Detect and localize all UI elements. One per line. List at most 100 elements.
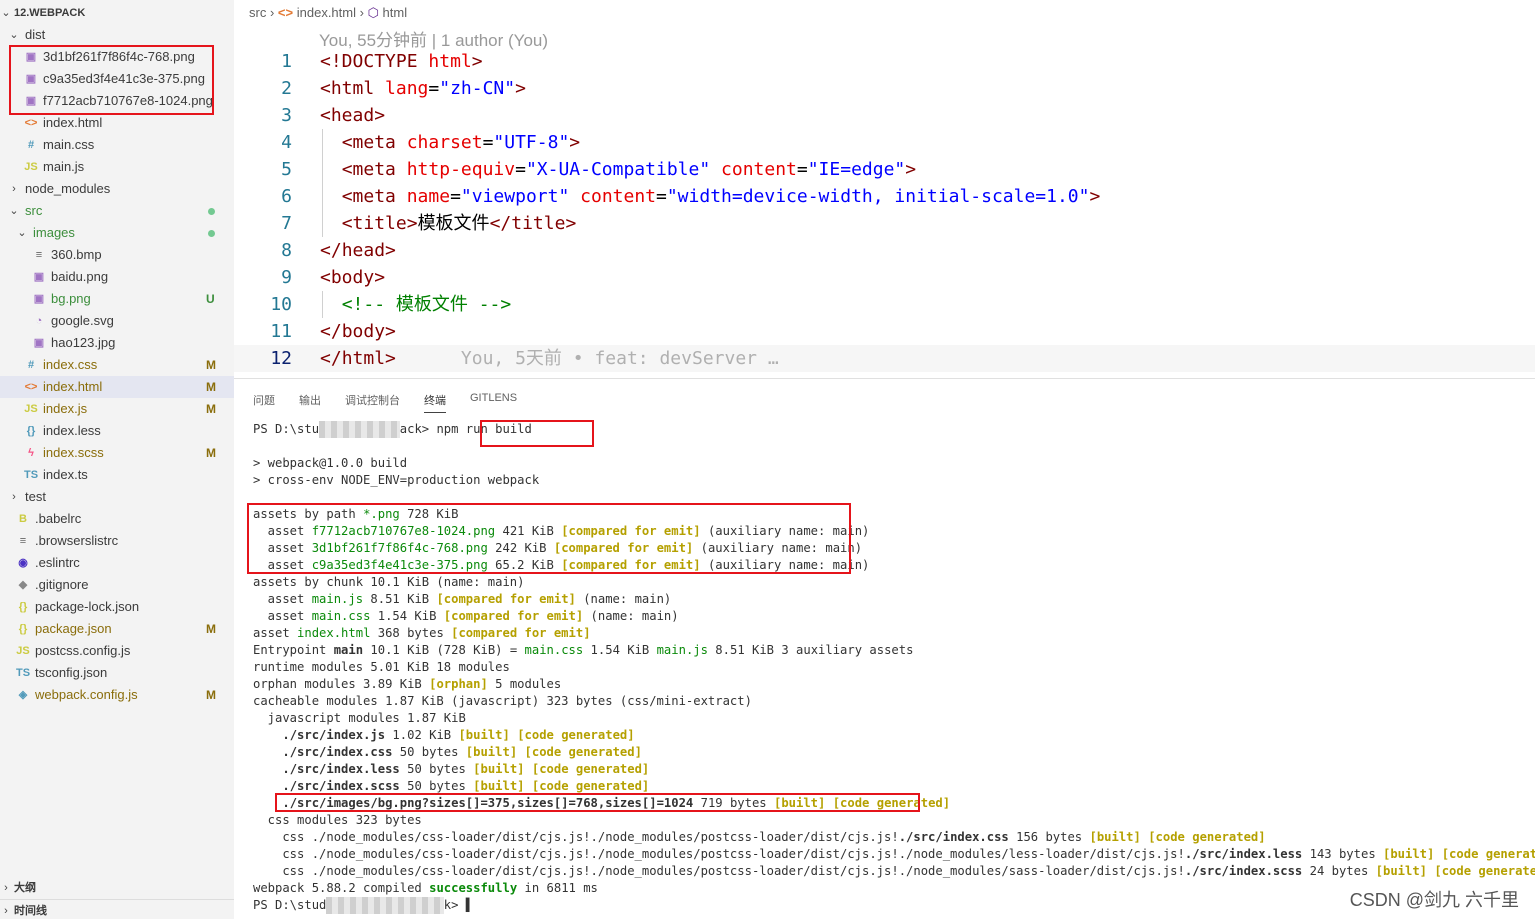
line-number: 3 [281, 105, 292, 126]
code-line[interactable]: 10 <!-- 模板文件 --> [234, 291, 1535, 318]
explorer-item[interactable]: # index.css M [0, 354, 234, 376]
code-line[interactable]: 4 <meta charset="UTF-8"> [234, 129, 1535, 156]
code-text: <!-- 模板文件 --> [341, 294, 512, 315]
tab-gitlens[interactable]: GITLENS [470, 392, 517, 404]
explorer-item[interactable]: ▣ baidu.png [0, 266, 234, 288]
explorer-item[interactable]: ≡ .browserslistrc [0, 530, 234, 552]
explorer-item[interactable]: ⌄ images [0, 222, 234, 244]
explorer-item-label: src [25, 203, 43, 218]
explorer-item-label: index.less [43, 423, 101, 438]
tab-debug-console[interactable]: 调试控制台 [345, 392, 400, 408]
line-number: 2 [281, 78, 292, 99]
chevron-right-icon: › [4, 882, 8, 894]
image-file-icon: ▣ [33, 337, 45, 349]
js-file-icon: JS [24, 161, 38, 173]
git-status-badge: M [206, 688, 216, 702]
indent-guide [322, 291, 323, 318]
explorer-item[interactable]: › node_modules [0, 178, 234, 200]
terminal-line: css ./node_modules/css-loader/dist/cjs.j… [253, 864, 1535, 878]
code-line[interactable]: 1 <!DOCTYPE html> [234, 48, 1535, 75]
terminal-line: css ./node_modules/css-loader/dist/cjs.j… [253, 830, 1266, 844]
explorer-sidebar: ⌄ 12.WEBPACK ⌄ dist ▣ 3d1bf261f7f86f4c-768.… [0, 0, 234, 919]
explorer-item-label: baidu.png [51, 269, 109, 284]
explorer-item[interactable]: › test [0, 486, 234, 508]
explorer-item[interactable]: ◆ .gitignore [0, 574, 234, 596]
line-number: 10 [270, 294, 292, 315]
explorer-item-label: c9a35ed3f4e41c3e-375.png [43, 71, 205, 86]
explorer-item[interactable]: TS tsconfig.json [0, 662, 234, 684]
chevron-right-icon: › [12, 183, 16, 195]
breadcrumb-symbol[interactable]: html [383, 5, 408, 20]
explorer-item-label: index.scss [43, 445, 104, 460]
explorer-item[interactable]: <> index.html [0, 112, 234, 134]
breadcrumb-file[interactable]: index.html [297, 5, 356, 20]
explorer-item[interactable]: ⌄ src [0, 200, 234, 222]
explorer-item[interactable]: JS main.js [0, 156, 234, 178]
code-line[interactable]: 8 </head> [234, 237, 1535, 264]
code-text: </head> [320, 240, 396, 261]
explorer-item[interactable]: ▣ f7712acb710767e8-1024.png [0, 90, 234, 112]
explorer-item-label: images [33, 225, 75, 240]
explorer-item[interactable]: {} package-lock.json [0, 596, 234, 618]
explorer-item[interactable]: JS index.js M [0, 398, 234, 420]
terminal-line: assets by path *.png 728 KiB [253, 507, 459, 521]
explorer-item[interactable]: ◉ .eslintrc [0, 552, 234, 574]
html-file-icon: <> [24, 117, 38, 129]
explorer-item-label: index.html [43, 379, 103, 394]
explorer-item[interactable]: TS index.ts [0, 464, 234, 486]
tab-problems[interactable]: 问题 [253, 392, 275, 408]
explorer-item[interactable]: ▣ hao123.jpg [0, 332, 234, 354]
code-line[interactable]: 6 <meta name="viewport" content="width=d… [234, 183, 1535, 210]
explorer-item-label: bg.png [51, 291, 91, 306]
explorer-item[interactable]: ▣ bg.png U [0, 288, 234, 310]
image-file-icon: ▣ [25, 51, 37, 63]
json-file-icon: {} [18, 601, 28, 613]
explorer-item-label: node_modules [25, 181, 111, 196]
code-text: <body> [320, 267, 386, 288]
git-change-dot [208, 230, 215, 237]
breadcrumb-src[interactable]: src [249, 5, 266, 20]
explorer-item-label: index.css [43, 357, 98, 372]
code-line[interactable]: 12 </html> You, 5天前 • feat: devServer … [234, 345, 1535, 372]
editor[interactable]: src › <> index.html › ⬡ html You, 55分钟前 … [234, 0, 1535, 378]
explorer-item[interactable]: ⌄ dist [0, 24, 234, 46]
svg-file-icon: ◔ [35, 315, 43, 327]
explorer-item-label: test [25, 489, 46, 504]
explorer-item[interactable]: {} index.less [0, 420, 234, 442]
less-file-icon: {} [26, 425, 36, 437]
explorer-item[interactable]: ≡ 360.bmp [0, 244, 234, 266]
explorer-item[interactable]: # main.css [0, 134, 234, 156]
bottom-panel: 问题 输出 调试控制台 终端 GITLENS PS D:\studxxxxxxx… [234, 378, 1535, 920]
explorer-item-label: package-lock.json [35, 599, 140, 614]
explorer-root[interactable]: ⌄ 12.WEBPACK [0, 2, 234, 24]
terminal-line: assets by chunk 10.1 KiB (name: main) [253, 575, 525, 589]
explorer-item[interactable]: JS postcss.config.js [0, 640, 234, 662]
code-text: <head> [320, 105, 386, 126]
terminal-line: asset f7712acb710767e8-1024.png 421 KiB … [253, 524, 870, 538]
csdn-watermark: CSDN @剑九 六千里 [1349, 890, 1519, 910]
outline-section[interactable]: › 大纲 [0, 877, 234, 899]
code-line[interactable]: 5 <meta http-equiv="X-UA-Compatible" con… [234, 156, 1535, 183]
code-line[interactable]: 3 <head> [234, 102, 1535, 129]
explorer-item[interactable]: ◔ google.svg [0, 310, 234, 332]
explorer-item[interactable]: B .babelrc [0, 508, 234, 530]
code-line[interactable]: 2 <html lang="zh-CN"> [234, 75, 1535, 102]
explorer-item[interactable]: ▣ c9a35ed3f4e41c3e-375.png [0, 68, 234, 90]
explorer-item-label: postcss.config.js [35, 643, 131, 658]
explorer-item[interactable]: ▣ 3d1bf261f7f86f4c-768.png [0, 46, 234, 68]
code-text: <meta http-equiv="X-UA-Compatible" conte… [341, 159, 917, 180]
explorer-item[interactable]: ◈ webpack.config.js M [0, 684, 234, 706]
explorer-item[interactable]: <> index.html M [0, 376, 234, 398]
code-line[interactable]: 11 </body> [234, 318, 1535, 345]
js-file-icon: JS [16, 645, 30, 657]
tab-terminal[interactable]: 终端 [424, 392, 446, 413]
tab-output[interactable]: 输出 [299, 392, 321, 408]
explorer-item[interactable]: {} package.json M [0, 618, 234, 640]
code-line[interactable]: 9 <body> [234, 264, 1535, 291]
terminal-line: asset index.html 368 bytes [compared for… [253, 626, 591, 640]
line-number: 8 [281, 240, 292, 261]
explorer-item[interactable]: ϟ index.scss M [0, 442, 234, 464]
code-line[interactable]: 7 <title>模板文件</title> [234, 210, 1535, 237]
terminal-line: asset main.css 1.54 KiB [compared for em… [253, 609, 679, 623]
js-file-icon: JS [24, 403, 38, 415]
